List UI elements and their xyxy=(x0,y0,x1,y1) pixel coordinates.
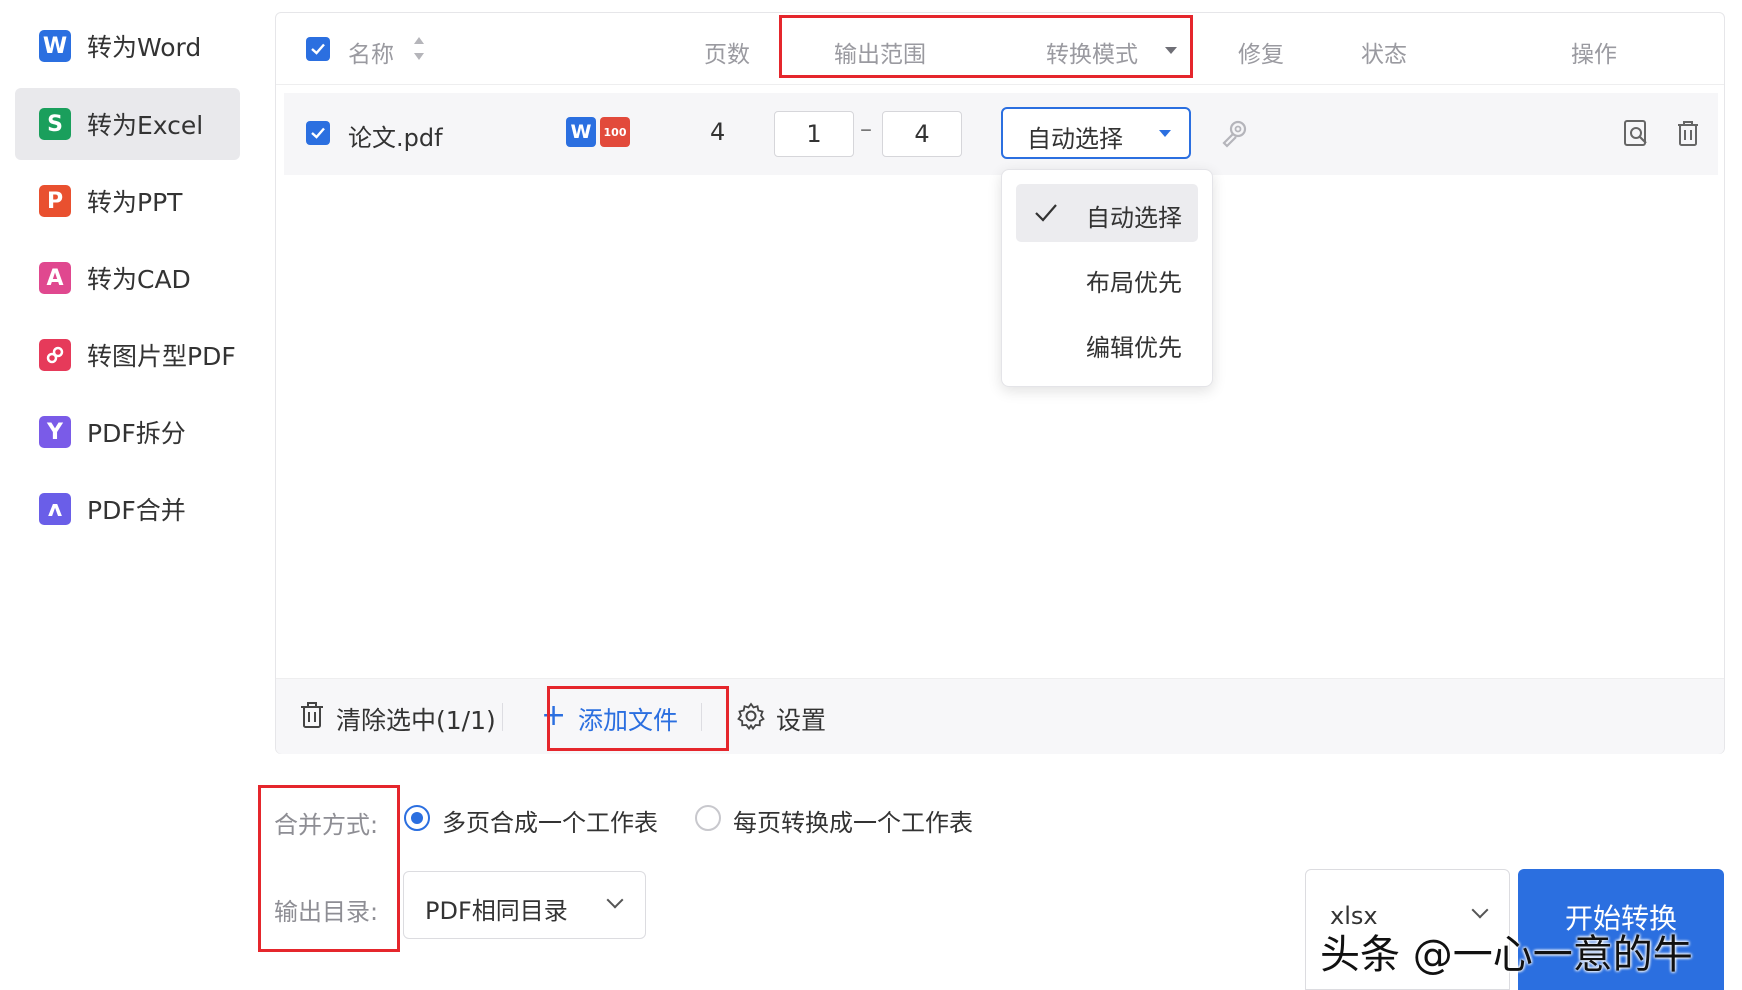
file-name: 论文.pdf xyxy=(348,124,443,152)
sidebar: W 转为Word S 转为Excel P 转为PPT A 转为CAD 转图片型P… xyxy=(0,0,255,990)
watermark: 头条 @一心一意的牛 xyxy=(1320,932,1693,978)
merge-option-per-page-label[interactable]: 每页转换成一个工作表 xyxy=(733,803,973,838)
image-pdf-icon xyxy=(39,339,71,371)
range-end-input[interactable]: 4 xyxy=(882,111,962,157)
header-actions: 操作 xyxy=(1571,42,1617,68)
gear-icon xyxy=(736,701,766,731)
sidebar-item-to-word[interactable]: W 转为Word xyxy=(15,10,240,82)
wrench-icon[interactable] xyxy=(1217,117,1251,151)
sidebar-item-to-cad[interactable]: A 转为CAD xyxy=(15,242,240,314)
range-separator: – xyxy=(860,115,872,143)
excel-icon: S xyxy=(39,108,71,140)
merge-mode-label: 合并方式: xyxy=(274,811,379,839)
sidebar-item-label: 转为PPT xyxy=(87,188,183,217)
conversion-mode-value: 自动选择 xyxy=(1027,125,1123,153)
ppt-icon: P xyxy=(39,185,71,217)
sidebar-item-label: 转图片型PDF xyxy=(87,342,236,371)
sidebar-item-label: 转为CAD xyxy=(87,265,191,294)
trash-icon xyxy=(298,699,326,731)
mode-option-label: 布局优先 xyxy=(1086,269,1182,297)
sidebar-item-to-ppt[interactable]: P 转为PPT xyxy=(15,165,240,237)
select-all-checkbox[interactable] xyxy=(306,37,330,61)
cad-icon: A xyxy=(39,262,71,294)
sort-icon[interactable] xyxy=(414,35,426,65)
header-repair: 修复 xyxy=(1238,42,1284,68)
sidebar-item-label: PDF拆分 xyxy=(87,419,186,448)
word-icon: W xyxy=(39,30,71,62)
delete-icon[interactable] xyxy=(1672,117,1704,149)
split-icon: Y xyxy=(39,416,71,448)
preview-icon[interactable] xyxy=(1620,117,1652,149)
highlight-add-file-box xyxy=(547,686,729,751)
check-icon xyxy=(1035,204,1057,222)
caret-down-icon xyxy=(1159,130,1171,137)
divider xyxy=(502,703,503,731)
chevron-down-icon xyxy=(1471,901,1489,919)
merge-option-single-sheet-radio[interactable] xyxy=(404,805,430,831)
settings-button[interactable]: 设置 xyxy=(776,701,826,737)
sidebar-item-label: 转为Word xyxy=(87,33,202,62)
sidebar-item-to-excel[interactable]: S 转为Excel xyxy=(15,88,240,160)
header-pages: 页数 xyxy=(704,42,750,68)
sidebar-item-label: 转为Excel xyxy=(87,111,204,140)
check-icon xyxy=(311,43,325,55)
row-checkbox[interactable] xyxy=(306,121,330,145)
sidebar-item-pdf-merge[interactable]: ᴧ PDF合并 xyxy=(15,473,240,545)
check-icon xyxy=(311,127,325,139)
mode-option-label: 编辑优先 xyxy=(1086,334,1182,362)
output-dir-value: PDF相同目录 xyxy=(425,897,568,925)
page-count: 4 xyxy=(710,118,726,146)
panel-footer: 清除选中(1/1) + 添加文件 设置 xyxy=(276,678,1724,754)
clear-selected-button[interactable]: 清除选中(1/1) xyxy=(336,701,496,737)
output-dir-label: 输出目录: xyxy=(274,898,379,926)
highlight-header-box xyxy=(779,15,1193,78)
word-format-icon: W xyxy=(566,117,596,147)
sidebar-item-label: PDF合并 xyxy=(87,496,186,525)
header-name[interactable]: 名称 xyxy=(348,35,394,69)
conversion-mode-select[interactable]: 自动选择 xyxy=(1001,107,1191,159)
merge-option-per-page-radio[interactable] xyxy=(695,805,721,831)
mode-option-label: 自动选择 xyxy=(1086,204,1182,232)
mode-option-auto[interactable]: 自动选择 xyxy=(1016,184,1198,242)
mode-option-edit[interactable]: 编辑优先 xyxy=(1016,314,1198,372)
merge-option-single-sheet-label[interactable]: 多页合成一个工作表 xyxy=(442,803,658,838)
chevron-down-icon xyxy=(606,891,624,909)
mode-option-layout[interactable]: 布局优先 xyxy=(1016,249,1198,307)
output-dir-select[interactable]: PDF相同目录 xyxy=(403,871,646,939)
merge-icon: ᴧ xyxy=(39,493,71,525)
conversion-mode-dropdown: 自动选择 布局优先 编辑优先 xyxy=(1001,169,1213,387)
sidebar-item-pdf-split[interactable]: Y PDF拆分 xyxy=(15,396,240,468)
range-start-input[interactable]: 1 xyxy=(774,111,854,157)
header-status: 状态 xyxy=(1361,42,1407,68)
image-format-icon: 100 xyxy=(600,117,630,147)
sidebar-item-to-image-pdf[interactable]: 转图片型PDF xyxy=(15,319,240,391)
file-list-panel: 名称 页数 输出范围 转换模式 修复 状态 操作 论文.pdf W 100 4 … xyxy=(275,12,1725,754)
